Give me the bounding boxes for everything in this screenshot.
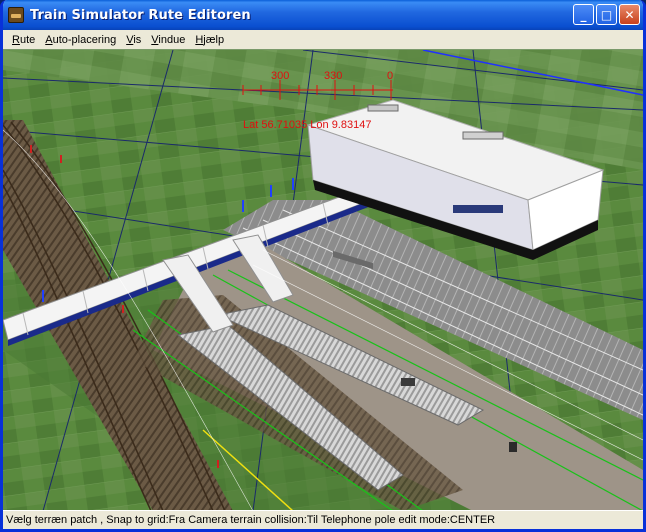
maximize-button[interactable]: □ (596, 4, 617, 25)
menu-bar: Rute Auto-placering Vis Vindue Hjælp (3, 30, 643, 49)
window-title: Train Simulator Rute Editoren (30, 7, 251, 23)
status-text: Vælg terræn patch , Snap to grid:Fra Cam… (6, 514, 496, 526)
platform-bench (509, 442, 517, 452)
status-bar: Vælg terræn patch , Snap to grid:Fra Cam… (3, 510, 643, 529)
compass-label-right: 0 (387, 70, 393, 82)
scene-svg: 300 330 0 Lat 56.71035 Lon 9.83147 (3, 50, 643, 510)
lat-lon-readout: Lat 56.71035 Lon 9.83147 (243, 119, 371, 131)
minimize-button[interactable]: _ (573, 4, 594, 25)
menu-vis[interactable]: Vis (121, 34, 146, 46)
compass-label-center: 330 (324, 70, 342, 82)
close-button[interactable]: ✕ (619, 4, 640, 25)
menu-rute[interactable]: Rute (7, 34, 40, 46)
train-app-icon[interactable] (8, 7, 24, 23)
app-window: Train Simulator Rute Editoren _ □ ✕ Rute… (0, 0, 646, 532)
menu-vindue[interactable]: Vindue (146, 34, 190, 46)
station-sign (401, 378, 415, 386)
menu-auto-placering[interactable]: Auto-placering (40, 34, 121, 46)
window-controls: _ □ ✕ (573, 4, 640, 25)
menu-hjaelp[interactable]: Hjælp (190, 34, 229, 46)
title-bar[interactable]: Train Simulator Rute Editoren _ □ ✕ (3, 0, 643, 30)
compass-label-left: 300 (271, 70, 289, 82)
3d-viewport[interactable]: 300 330 0 Lat 56.71035 Lon 9.83147 (3, 49, 643, 510)
